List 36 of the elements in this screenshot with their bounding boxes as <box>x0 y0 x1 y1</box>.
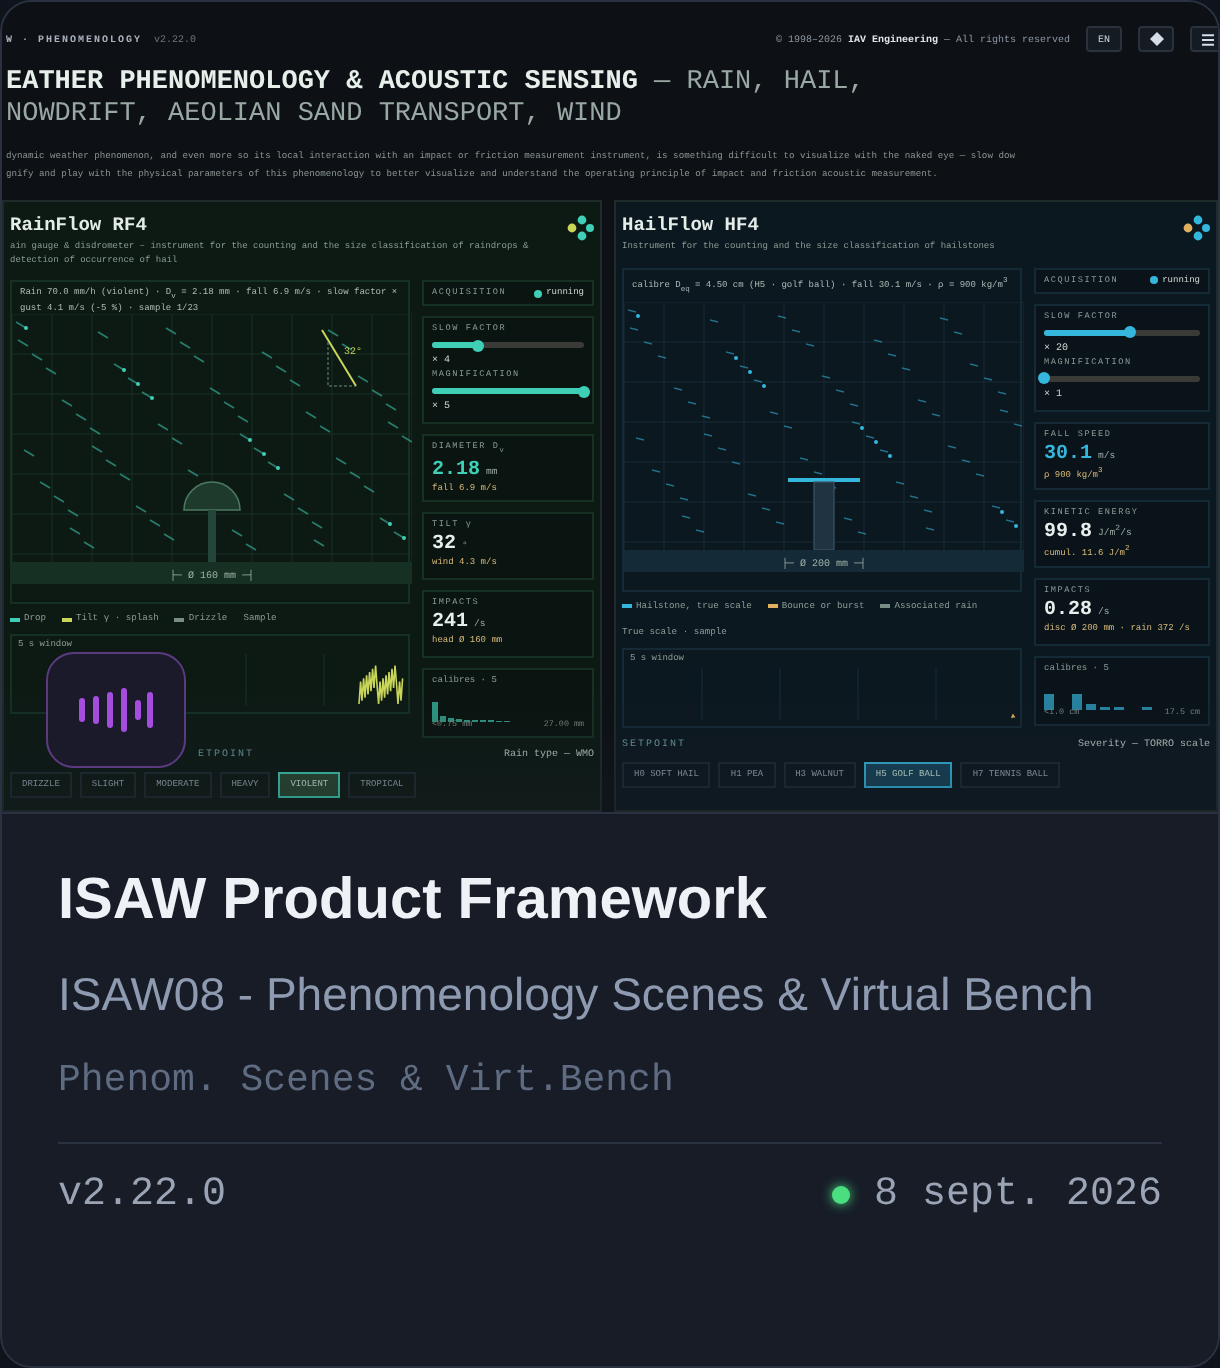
slider-track[interactable] <box>432 342 584 348</box>
page-heading: EATHER PHENOMENOLOGY & ACOUSTIC SENSING — RAIN, HAIL, NOWDRIFT, AEOLIAN SAND TRANSPORT, WIND <box>4 66 867 132</box>
histogram-bars <box>1044 693 1152 709</box>
slider-track[interactable] <box>432 388 584 394</box>
card-title: ISAW Product Framework <box>58 866 770 934</box>
menu-button[interactable] <box>1190 26 1218 52</box>
rain-sensor-drawing <box>183 481 241 562</box>
app-logo-icon <box>46 652 186 768</box>
card-subtitle: ISAW08 - Phenomenology Scenes & Virtual Bench <box>58 966 1096 1024</box>
theme-button[interactable] <box>1138 26 1174 52</box>
metric-value: 99.8 <box>1044 521 1093 543</box>
panel-title: HailFlow HF4 <box>622 214 761 236</box>
metric-value: 241 <box>432 612 469 634</box>
diamond-icon <box>1149 32 1163 46</box>
slider-thumb[interactable] <box>1123 326 1136 338</box>
signal-trace <box>358 664 404 705</box>
node-logo-icon <box>566 214 594 242</box>
slider-thumb[interactable] <box>578 385 590 397</box>
card-tagline: Phenom. Scenes & Virt.Bench <box>58 1056 676 1106</box>
tilt-angle-drawing <box>321 329 357 387</box>
slider-track[interactable] <box>1044 375 1200 381</box>
metric-value: 32 <box>432 534 457 556</box>
version-label: v2.22.0 <box>58 1172 227 1218</box>
menu-icon <box>1202 33 1214 45</box>
panel-title: RainFlow RF4 <box>10 214 149 236</box>
slider-thumb[interactable] <box>471 339 484 351</box>
slider-thumb[interactable] <box>1038 372 1050 384</box>
metric-value: 30.1 <box>1044 443 1093 465</box>
hail-sensor-drawing <box>788 477 860 550</box>
slider-track[interactable] <box>1044 329 1200 335</box>
metric-value: 2.18 <box>432 459 481 482</box>
product-card[interactable] <box>0 0 1220 1368</box>
metric-value: 0.28 <box>1044 599 1093 621</box>
signal-trace <box>1010 712 1016 718</box>
release-date: 8 sept. 2026 <box>873 1172 1162 1218</box>
node-logo-icon <box>1182 214 1210 242</box>
